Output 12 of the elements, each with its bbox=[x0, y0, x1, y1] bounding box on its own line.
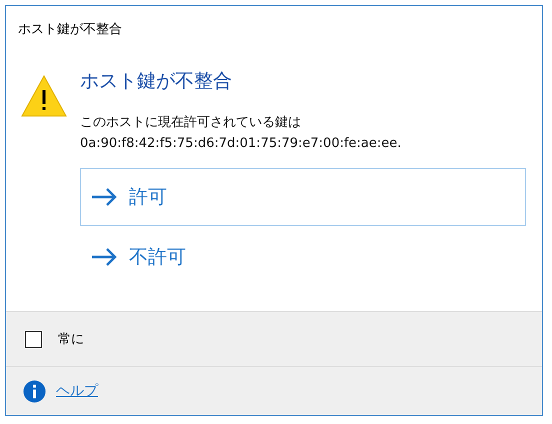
window-title: ホスト鍵が不整合 bbox=[17, 21, 123, 39]
command-link-button[interactable]: 許可 bbox=[80, 168, 526, 226]
warning-icon bbox=[20, 74, 68, 118]
dialog-heading: ホスト鍵が不整合 bbox=[80, 69, 233, 94]
checkbox[interactable] bbox=[25, 330, 42, 348]
help-link[interactable]: ヘルプ bbox=[56, 382, 98, 400]
message-text: このホストに現在許可されている鍵は bbox=[80, 114, 302, 132]
arrow-icon bbox=[91, 248, 117, 266]
info-icon bbox=[23, 380, 46, 402]
checkbox-label: 常に bbox=[58, 331, 84, 348]
arrow-icon bbox=[91, 188, 117, 206]
message-text: 0a:90:f8:42:f5:75:d6:7d:01:75:79:e7:00:fe:ae:ee. bbox=[80, 135, 402, 153]
